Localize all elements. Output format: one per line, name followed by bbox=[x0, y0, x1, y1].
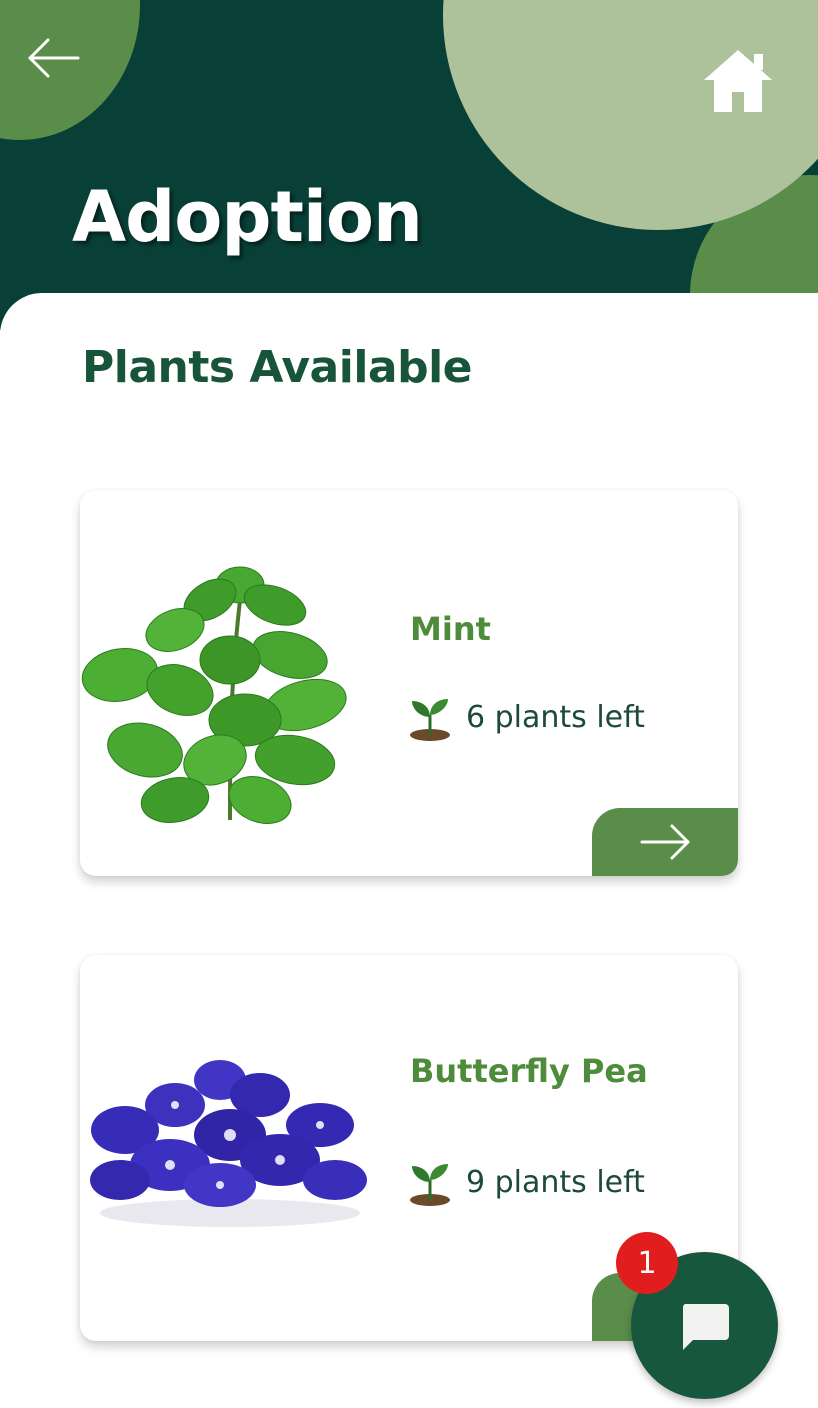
mint-plant-image bbox=[81, 566, 347, 824]
home-icon bbox=[704, 50, 772, 112]
chat-bubble-icon bbox=[682, 1304, 729, 1350]
back-button[interactable] bbox=[22, 34, 84, 82]
plant-name: Mint bbox=[410, 610, 491, 648]
arrow-right-icon bbox=[640, 824, 690, 860]
home-button[interactable] bbox=[702, 46, 774, 116]
plant-card[interactable]: Mint 6 plants left bbox=[80, 490, 738, 876]
section-title: Plants Available bbox=[82, 342, 473, 393]
page-title: Adoption bbox=[72, 176, 423, 258]
butterfly-pea-image bbox=[90, 1060, 367, 1227]
arrow-left-icon bbox=[28, 38, 80, 78]
sprout-icon bbox=[410, 1164, 450, 1206]
plant-stock: 6 plants left bbox=[408, 695, 645, 741]
sprout-icon bbox=[410, 699, 450, 741]
stock-text: 6 plants left bbox=[466, 700, 645, 735]
header: Adoption bbox=[0, 0, 818, 330]
plant-stock: 9 plants left bbox=[408, 1160, 645, 1206]
view-plant-button[interactable] bbox=[592, 808, 738, 876]
notification-badge: 1 bbox=[616, 1232, 678, 1294]
plant-name: Butterfly Pea bbox=[410, 1052, 648, 1090]
stock-text: 9 plants left bbox=[466, 1165, 645, 1200]
